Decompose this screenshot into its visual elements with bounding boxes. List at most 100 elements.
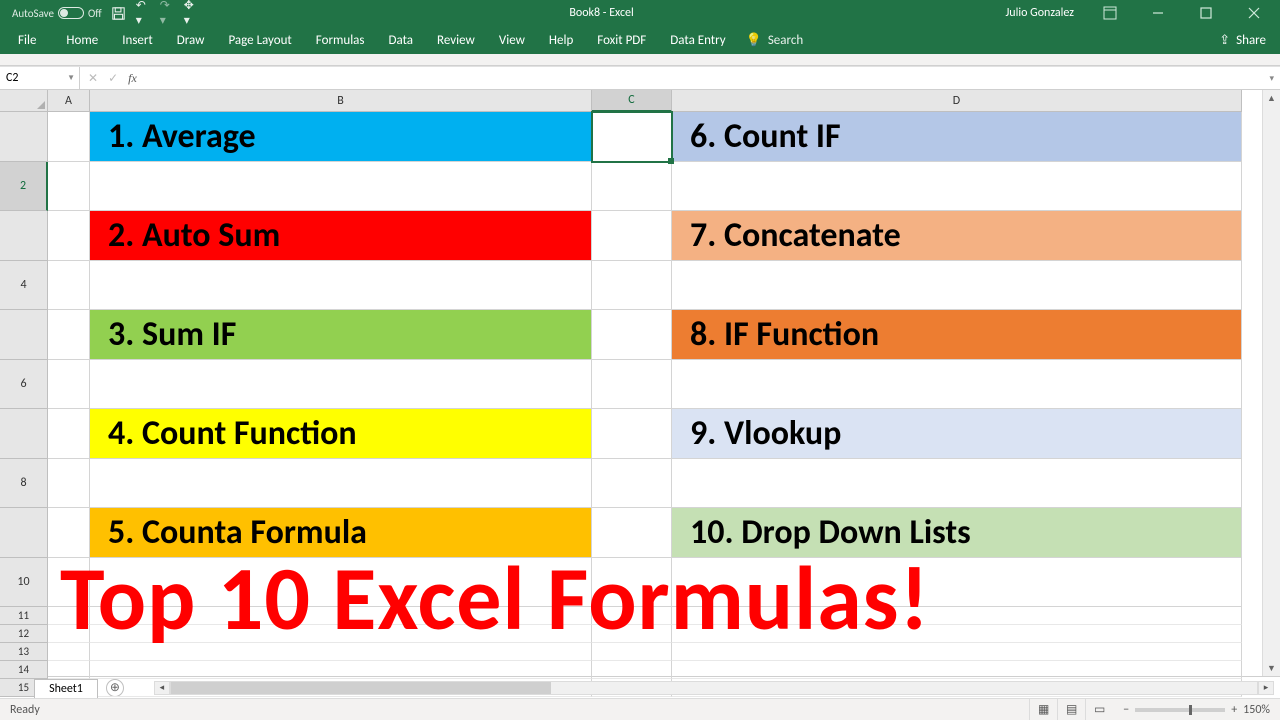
expand-formula-bar-icon[interactable]: ▾ [1263, 73, 1280, 84]
user-name[interactable]: Julio Gonzalez [1005, 6, 1074, 20]
undo-icon[interactable]: ↶ ▾ [136, 6, 150, 20]
ribbon-options-icon[interactable] [1088, 0, 1132, 26]
row-header-8[interactable]: 8 [0, 459, 48, 509]
scroll-track[interactable] [1263, 106, 1280, 660]
cell-r5-c0[interactable] [48, 360, 90, 410]
cell-r7-c1[interactable] [90, 459, 592, 509]
zoom-level[interactable]: 150% [1243, 703, 1270, 717]
redo-icon[interactable]: ↷ ▾ [160, 6, 174, 20]
formula-item-left-1[interactable]: 2. Auto Sum [90, 211, 592, 261]
row-header-blank4[interactable] [0, 310, 48, 360]
touch-mode-icon[interactable]: ✥ ▾ [184, 6, 198, 20]
cell-r13-c1[interactable] [90, 661, 592, 679]
zoom-in-icon[interactable]: + [1231, 703, 1237, 717]
cell-r1-c2[interactable] [592, 162, 672, 212]
tab-file[interactable]: File [0, 26, 54, 54]
tab-view[interactable]: View [487, 26, 537, 54]
hscroll-track[interactable] [170, 681, 1258, 695]
row-header-blank8[interactable] [0, 508, 48, 558]
row-header-blank0[interactable] [0, 112, 48, 162]
tab-data[interactable]: Data [377, 26, 426, 54]
cell-r5-c3[interactable] [672, 360, 1242, 410]
cell-r7-c0[interactable] [48, 459, 90, 509]
cell-r3-c1[interactable] [90, 261, 592, 311]
row-header-4[interactable]: 4 [0, 261, 48, 311]
cell-r0-c2[interactable] [592, 112, 672, 162]
cell-r1-c1[interactable] [90, 162, 592, 212]
cell-r3-c2[interactable] [592, 261, 672, 311]
col-header-A[interactable]: A [48, 90, 90, 112]
share-button[interactable]: ⇪ Share [1219, 33, 1280, 48]
close-icon[interactable] [1232, 0, 1276, 26]
tab-foxit-pdf[interactable]: Foxit PDF [585, 26, 658, 54]
cell-r9-c0[interactable] [48, 558, 90, 608]
tab-formulas[interactable]: Formulas [304, 26, 377, 54]
cell-r2-c0[interactable] [48, 211, 90, 261]
autosave-pill[interactable] [58, 7, 84, 19]
cell-r8-c0[interactable] [48, 508, 90, 558]
row-header-10[interactable]: 10 [0, 558, 48, 608]
formula-input[interactable] [145, 71, 1264, 85]
cell-r8-c2[interactable] [592, 508, 672, 558]
scroll-down-icon[interactable]: ▼ [1263, 660, 1280, 676]
view-page-layout-icon[interactable]: ▤ [1057, 699, 1085, 720]
hscroll-thumb[interactable] [171, 682, 551, 694]
maximize-icon[interactable] [1184, 0, 1228, 26]
cell-r1-c3[interactable] [672, 162, 1242, 212]
formula-item-left-4[interactable]: 5. Counta Formula [90, 508, 592, 558]
row-header-14[interactable]: 14 [0, 661, 48, 679]
view-page-break-icon[interactable]: ▭ [1085, 699, 1113, 720]
formula-item-right-1[interactable]: 7. Concatenate [672, 211, 1242, 261]
cell-r5-c1[interactable] [90, 360, 592, 410]
cell-r1-c0[interactable] [48, 162, 90, 212]
formula-item-left-2[interactable]: 3. Sum IF [90, 310, 592, 360]
tab-data-entry[interactable]: Data Entry [658, 26, 737, 54]
tell-me-search[interactable]: 💡 Search [746, 33, 804, 48]
zoom-slider[interactable] [1135, 708, 1225, 712]
name-box-input[interactable] [6, 71, 73, 85]
name-box[interactable]: ▼ [0, 67, 80, 89]
formula-item-right-4[interactable]: 10. Drop Down Lists [672, 508, 1242, 558]
cell-r11-c3[interactable] [672, 625, 1242, 643]
zoom-out-icon[interactable]: − [1123, 703, 1129, 717]
cell-r6-c0[interactable] [48, 409, 90, 459]
cell-r11-c1[interactable] [90, 625, 592, 643]
cell-r12-c3[interactable] [672, 643, 1242, 661]
cell-r12-c2[interactable] [592, 643, 672, 661]
cell-r11-c0[interactable] [48, 625, 90, 643]
fx-icon[interactable]: fx [128, 71, 137, 86]
cell-r13-c3[interactable] [672, 661, 1242, 679]
cell-r7-c2[interactable] [592, 459, 672, 509]
cell-r4-c2[interactable] [592, 310, 672, 360]
col-header-C[interactable]: C [592, 90, 672, 112]
tab-insert[interactable]: Insert [110, 26, 165, 54]
tab-home[interactable]: Home [54, 26, 110, 54]
row-header-12[interactable]: 12 [0, 625, 48, 643]
formula-item-left-3[interactable]: 4. Count Function [90, 409, 592, 459]
cell-r10-c2[interactable] [592, 607, 672, 625]
horizontal-scrollbar[interactable]: ◂ ▸ [154, 681, 1274, 695]
cell-r2-c2[interactable] [592, 211, 672, 261]
cell-r4-c0[interactable] [48, 310, 90, 360]
col-header-B[interactable]: B [90, 90, 592, 112]
cell-r10-c0[interactable] [48, 607, 90, 625]
cell-r10-c1[interactable] [90, 607, 592, 625]
cell-r9-c2[interactable] [592, 558, 672, 608]
cell-r6-c2[interactable] [592, 409, 672, 459]
tab-help[interactable]: Help [537, 26, 585, 54]
tab-page-layout[interactable]: Page Layout [216, 26, 303, 54]
row-header-11[interactable]: 11 [0, 607, 48, 625]
cell-r9-c3[interactable] [672, 558, 1242, 608]
select-all-button[interactable] [0, 90, 48, 112]
grid[interactable]: ABCD1. Average6. Count IF22. Auto Sum7. … [0, 90, 1262, 676]
row-header-6[interactable]: 6 [0, 360, 48, 410]
vertical-scrollbar[interactable]: ▲ ▼ [1262, 90, 1280, 676]
formula-item-right-2[interactable]: 8. IF Function [672, 310, 1242, 360]
save-icon[interactable] [112, 6, 126, 20]
row-header-blank2[interactable] [0, 211, 48, 261]
cancel-formula-icon[interactable]: ✕ [88, 71, 98, 86]
tab-review[interactable]: Review [425, 26, 487, 54]
cell-r5-c2[interactable] [592, 360, 672, 410]
cell-r10-c3[interactable] [672, 607, 1242, 625]
cell-r0-c0[interactable] [48, 112, 90, 162]
